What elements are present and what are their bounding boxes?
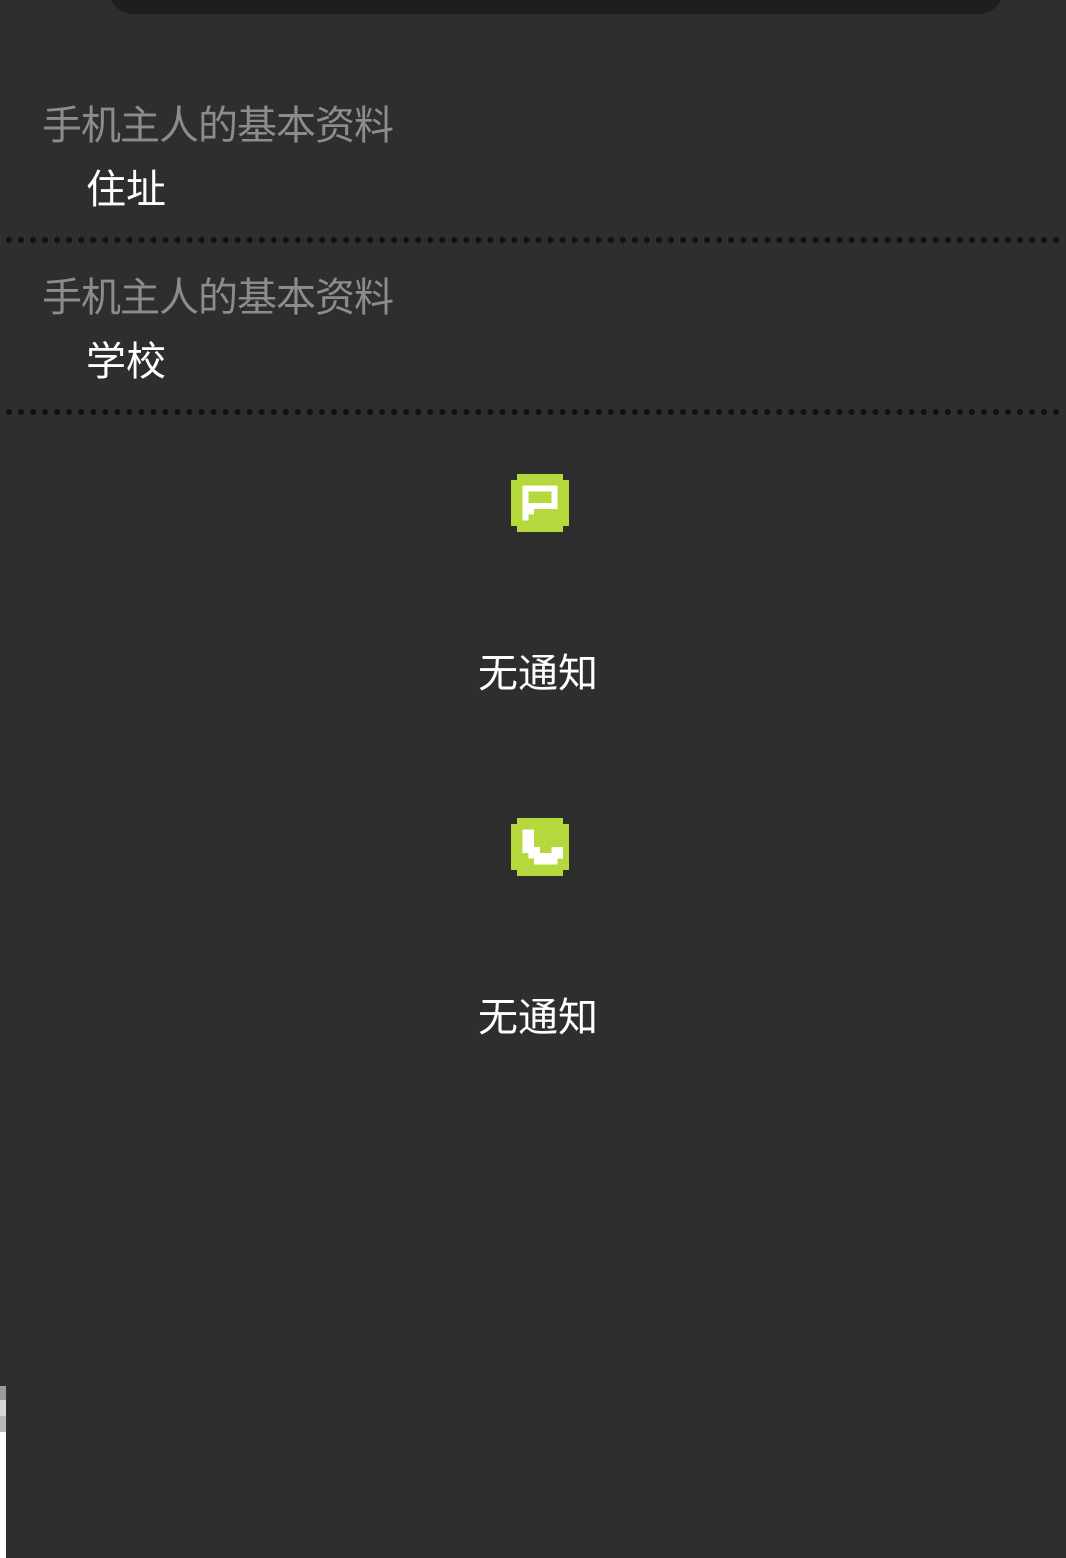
divider <box>6 409 1060 415</box>
message-notification: 无通知 <box>0 470 1066 710</box>
phone-icon <box>511 818 569 876</box>
message-icon <box>511 474 569 532</box>
profile-item-school[interactable]: 手机主人的基本资料 学校 <box>0 244 1066 410</box>
message-notification-text: 无通知 <box>478 651 598 697</box>
profile-category-label: 手机主人的基本资料 <box>42 103 394 149</box>
call-notification-text: 无通知 <box>478 995 598 1041</box>
scrollbar-segment <box>0 1416 6 1432</box>
profile-value-address: 住址 <box>86 167 166 213</box>
profile-item-address[interactable]: 手机主人的基本资料 住址 <box>0 0 1066 240</box>
scrollbar-segment <box>0 1386 6 1400</box>
profile-value-school: 学校 <box>86 339 166 385</box>
divider <box>6 237 1060 243</box>
call-notification: 无通知 <box>0 814 1066 1054</box>
scrollbar-segment <box>0 1400 6 1416</box>
profile-category-label: 手机主人的基本资料 <box>42 275 394 321</box>
